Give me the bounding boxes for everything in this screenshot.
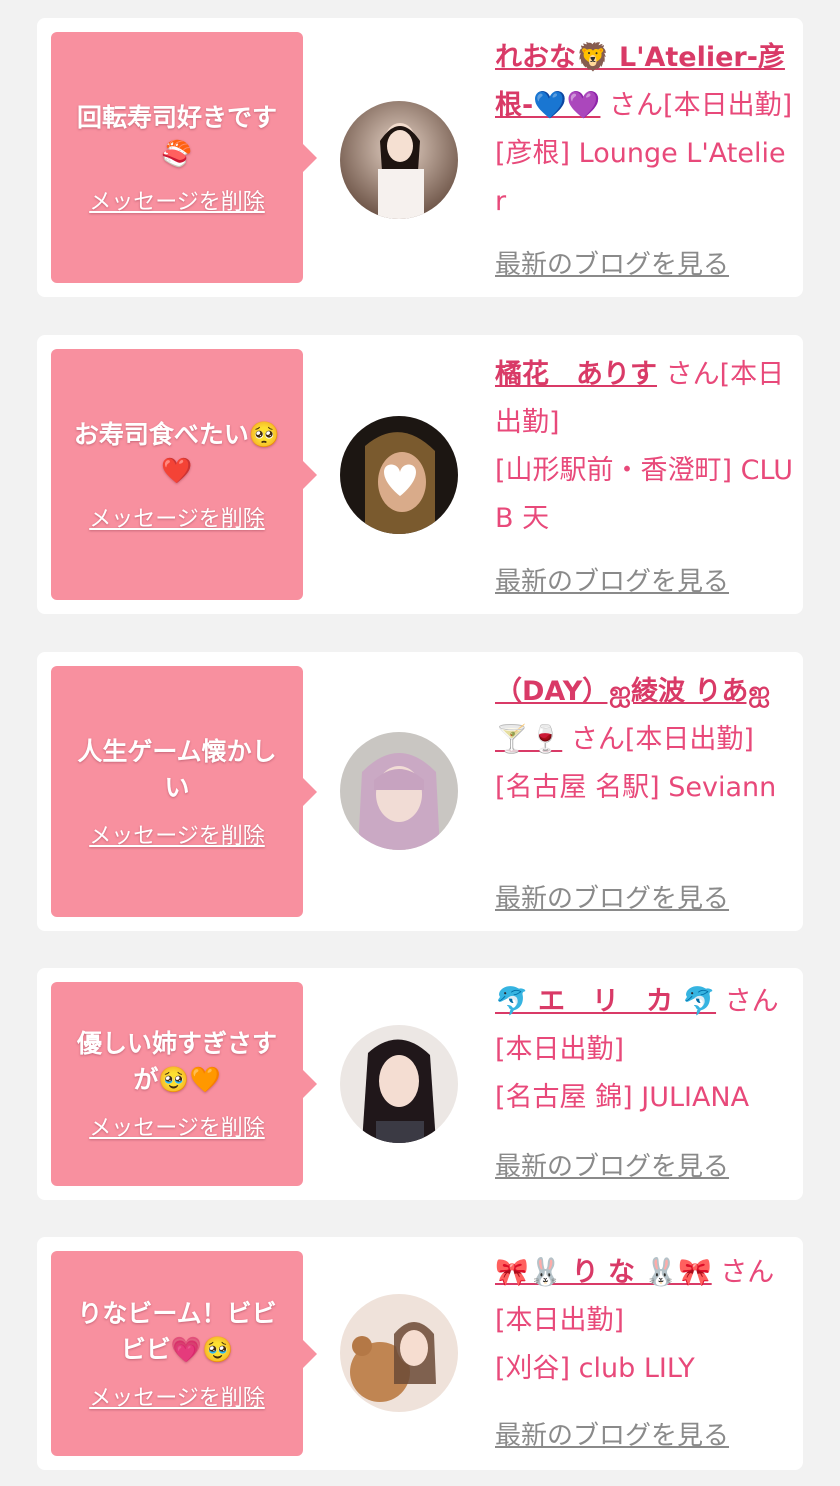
message-text: お寿司食べたい🥺❤️ (73, 419, 281, 485)
shop-name: [名古屋 名駅] Seviann (495, 772, 777, 803)
message-bubble: りなビーム！ビビビビ💗🥹 メッセージを削除 (51, 1251, 317, 1456)
cast-info: れおな🦁 L'Atelier-彦根-💙💜 さん[本日出勤] [彦根] Loung… (495, 34, 795, 226)
message-text: 優しい姉すぎさすが🥹🧡 (76, 1029, 277, 1094)
message-card: りなビーム！ビビビビ💗🥹 メッセージを削除 🎀🐰 り な 🐰🎀 さん[本日出勤]… (37, 1237, 803, 1470)
shop-name: [山形駅前・香澄町] CLUB 天 (495, 455, 793, 534)
message-text: 人生ゲーム懐かしい (77, 736, 277, 802)
delete-message-link[interactable]: メッセージを削除 (89, 184, 265, 216)
cast-info: 🐬 エ リ カ 🐬 さん[本日出勤] [名古屋 錦] JULIANA (495, 978, 795, 1122)
shop-name: [彦根] Lounge L'Atelier (495, 138, 786, 217)
message-list: 回転寿司好きです🍣 メッセージを削除 れおな🦁 L'Atelier-彦根-💙💜 … (0, 0, 840, 1486)
latest-blog-link[interactable]: 最新のブログを見る (495, 1415, 729, 1452)
delete-message-link[interactable]: メッセージを削除 (89, 501, 265, 533)
delete-message-link[interactable]: メッセージを削除 (89, 818, 265, 850)
message-text: 回転寿司好きです🍣 (76, 102, 277, 168)
attendance-status: さん[本日出勤] (562, 724, 754, 755)
cast-name-link[interactable]: 🎀🐰 り な 🐰🎀 (495, 1257, 712, 1288)
shop-name: [刈谷] club LILY (495, 1353, 695, 1384)
avatar[interactable] (340, 732, 458, 850)
latest-blog-link[interactable]: 最新のブログを見る (495, 878, 729, 915)
avatar[interactable] (340, 416, 458, 534)
avatar[interactable] (340, 1025, 458, 1143)
latest-blog-link[interactable]: 最新のブログを見る (495, 1146, 729, 1183)
delete-message-link[interactable]: メッセージを削除 (89, 1380, 265, 1412)
cast-info: 🎀🐰 り な 🐰🎀 さん[本日出勤] [刈谷] club LILY (495, 1249, 795, 1393)
attendance-status: さん[本日出勤] (600, 90, 793, 121)
cast-name-link[interactable]: 橘花 ありす (495, 359, 657, 390)
cast-name-link[interactable]: 🐬 エ リ カ 🐬 (495, 986, 716, 1017)
shop-name: [名古屋 錦] JULIANA (495, 1082, 750, 1113)
avatar[interactable] (340, 101, 458, 219)
latest-blog-link[interactable]: 最新のブログを見る (495, 244, 729, 281)
message-card: お寿司食べたい🥺❤️ メッセージを削除 橘花 ありす さん[本日出勤] [山形駅… (37, 335, 803, 614)
message-bubble: 回転寿司好きです🍣 メッセージを削除 (51, 32, 317, 283)
message-card: 人生ゲーム懐かしい メッセージを削除 （DAY）ஐ綾波 りあஐ🍸🍷 さん[本日出… (37, 652, 803, 931)
message-card: 優しい姉すぎさすが🥹🧡 メッセージを削除 🐬 エ リ カ 🐬 さん[本日出勤] … (37, 968, 803, 1200)
cast-info: （DAY）ஐ綾波 りあஐ🍸🍷 さん[本日出勤] [名古屋 名駅] Seviann (495, 668, 795, 812)
cast-info: 橘花 ありす さん[本日出勤] [山形駅前・香澄町] CLUB 天 (495, 351, 795, 543)
avatar[interactable] (340, 1294, 458, 1412)
message-text: りなビーム！ビビビビ💗🥹 (77, 1298, 277, 1364)
message-bubble: 優しい姉すぎさすが🥹🧡 メッセージを削除 (51, 982, 317, 1186)
message-bubble: 人生ゲーム懐かしい メッセージを削除 (51, 666, 317, 917)
delete-message-link[interactable]: メッセージを削除 (89, 1110, 265, 1142)
latest-blog-link[interactable]: 最新のブログを見る (495, 561, 729, 598)
message-card: 回転寿司好きです🍣 メッセージを削除 れおな🦁 L'Atelier-彦根-💙💜 … (37, 18, 803, 297)
message-bubble: お寿司食べたい🥺❤️ メッセージを削除 (51, 349, 317, 600)
